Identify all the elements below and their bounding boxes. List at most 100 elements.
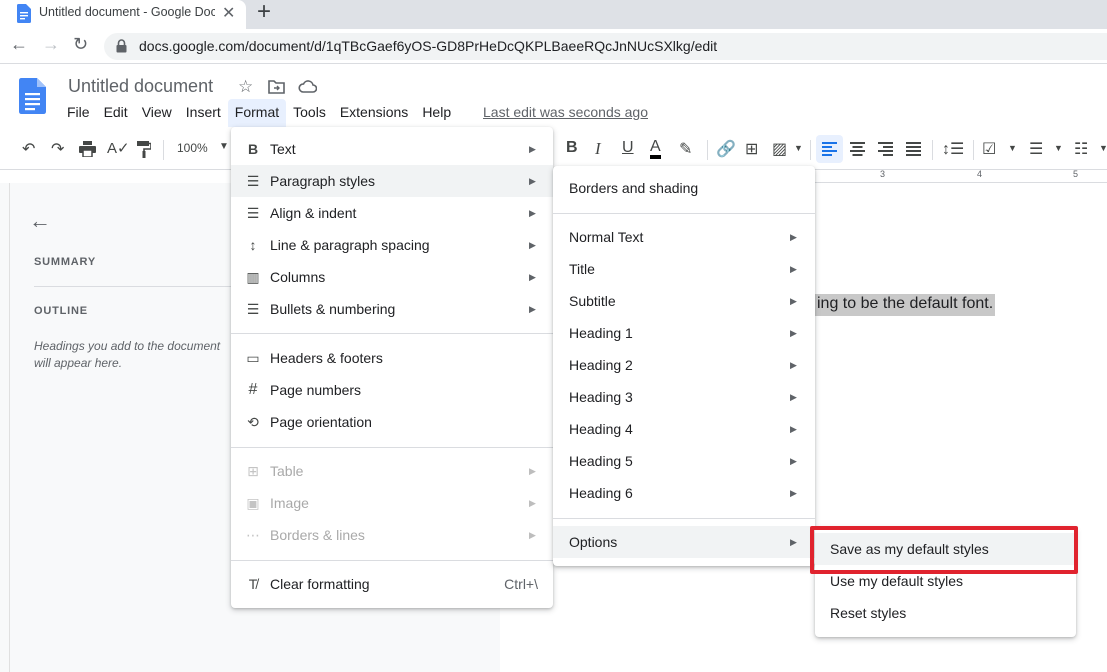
bullet-dropdown-icon[interactable]: ▼ [1054,143,1063,153]
back-icon[interactable]: ← [10,34,28,55]
format-image-item[interactable]: ▣ Image ▶ [231,487,553,519]
add-comment-icon[interactable]: ⊞ [745,139,758,159]
address-bar: ← → ↻ docs.google.com/document/d/1qTBcGa… [0,29,1107,64]
title-style-item[interactable]: Title ▶ [553,253,815,285]
menu-divider [553,213,815,214]
format-align-indent-item[interactable]: ☰ Align & indent ▶ [231,197,553,229]
submenu-arrow-icon: ▶ [790,487,797,498]
underline-button[interactable]: U [622,139,634,157]
borders-shading-item[interactable]: Borders and shading [553,172,815,204]
star-icon[interactable]: ☆ [238,77,253,97]
move-folder-icon[interactable] [268,79,285,94]
hash-icon: # [248,381,258,398]
docs-favicon-icon [17,4,31,23]
submenu-arrow-icon: ▶ [790,295,797,306]
text-color-button[interactable]: A [650,139,661,159]
line-spacing-icon[interactable]: ↕☰ [942,139,964,159]
bold-button[interactable]: B [566,139,578,157]
browser-tab[interactable]: Untitled document - Google Doc ✕ [0,0,246,29]
insert-image-icon[interactable]: ▨ [772,139,787,159]
format-page-numbers-item[interactable]: # Page numbers [231,374,553,406]
menu-tools[interactable]: Tools [286,99,333,127]
menu-file[interactable]: File [60,99,97,127]
checklist-dropdown-icon[interactable]: ▼ [1008,143,1017,153]
page-orientation-icon: ⟲ [247,413,259,430]
format-table-item[interactable]: ⊞ Table ▶ [231,455,553,487]
spellcheck-icon[interactable]: A✓ [107,139,130,157]
heading-6-item[interactable]: Heading 6 ▶ [553,477,815,509]
format-headers-footers-item[interactable]: ▭ Headers & footers [231,342,553,374]
insert-link-icon[interactable]: 🔗 [716,139,736,159]
menu-extensions[interactable]: Extensions [333,99,415,127]
redo-icon[interactable]: ↷ [51,139,64,159]
format-text-item[interactable]: B Text ▶ [231,133,553,165]
format-bullets-item[interactable]: ☰ Bullets & numbering ▶ [231,293,553,325]
close-tab-icon[interactable]: ✕ [222,3,235,23]
options-item[interactable]: Options ▶ [553,526,815,558]
normal-text-item[interactable]: Normal Text ▶ [553,221,815,253]
new-tab-icon[interactable]: + [257,0,271,26]
url-field[interactable]: docs.google.com/document/d/1qTBcGaef6yOS… [104,33,1107,60]
menu-item-label: Page numbers [270,382,362,398]
checklist-icon[interactable]: ☑ [982,139,996,159]
heading-4-item[interactable]: Heading 4 ▶ [553,413,815,445]
reset-styles-item[interactable]: Reset styles [815,597,1076,629]
menu-format[interactable]: Format [227,99,287,127]
menu-item-label: Page orientation [270,414,372,430]
menu-view[interactable]: View [135,99,179,127]
toolbar-divider [973,140,974,160]
format-columns-item[interactable]: ▥ Columns ▶ [231,261,553,293]
close-outline-arrow-icon[interactable]: ← [29,208,51,234]
menu-item-label: Table [270,463,304,479]
cloud-status-icon[interactable] [298,80,317,93]
justify-icon[interactable] [906,142,921,156]
menu-insert[interactable]: Insert [179,99,228,127]
highlight-pen-icon[interactable]: ✎ [679,139,692,159]
numbered-list-icon[interactable]: ☷ [1074,139,1088,159]
ruler-mark: 3 [880,169,886,179]
print-icon[interactable] [79,141,96,157]
submenu-arrow-icon: ▶ [790,391,797,402]
zoom-select[interactable]: 100% [177,141,208,155]
undo-icon[interactable]: ↶ [22,139,35,159]
zoom-dropdown-icon[interactable]: ▼ [219,141,229,152]
heading-2-item[interactable]: Heading 2 ▶ [553,349,815,381]
headers-footers-icon: ▭ [246,349,260,366]
menu-help[interactable]: Help [415,99,458,127]
submenu-arrow-icon: ▶ [529,143,536,154]
format-line-spacing-item[interactable]: ↕ Line & paragraph spacing ▶ [231,229,553,261]
bulleted-list-icon[interactable]: ☰ [1029,139,1043,159]
align-left-button[interactable] [816,135,843,163]
shortcut-label: Ctrl+\ [504,576,538,592]
bold-b-icon: B [247,141,259,157]
align-left-icon [822,142,837,156]
format-clear-formatting-item[interactable]: T̸ Clear formatting Ctrl+\ [231,568,553,600]
menu-item-label: Heading 4 [569,421,633,437]
align-center-icon[interactable] [850,142,865,156]
menu-item-label: Heading 2 [569,357,633,373]
format-paragraph-styles-item[interactable]: ☰ Paragraph styles ▶ [231,165,553,197]
image-dropdown-icon[interactable]: ▼ [794,143,803,153]
heading-5-item[interactable]: Heading 5 ▶ [553,445,815,477]
last-edit-link[interactable]: Last edit was seconds ago [483,104,648,120]
submenu-arrow-icon: ▶ [790,455,797,466]
submenu-arrow-icon: ▶ [529,239,536,250]
document-title[interactable]: Untitled document [68,76,213,97]
format-page-orientation-item[interactable]: ⟲ Page orientation [231,406,553,438]
submenu-arrow-icon: ▶ [790,536,797,547]
format-borders-lines-item[interactable]: ⋯ Borders & lines ▶ [231,519,553,551]
menu-edit[interactable]: Edit [97,99,135,127]
document-body-text[interactable]: ing to be the default font. [815,294,996,316]
subtitle-style-item[interactable]: Subtitle ▶ [553,285,815,317]
align-right-icon[interactable] [878,142,893,156]
docs-logo-icon[interactable] [19,78,46,114]
reload-icon[interactable]: ↻ [73,34,88,55]
vertical-ruler[interactable] [0,183,10,672]
italic-button[interactable]: I [595,139,601,159]
heading-3-item[interactable]: Heading 3 ▶ [553,381,815,413]
heading-1-item[interactable]: Heading 1 ▶ [553,317,815,349]
forward-icon[interactable]: → [42,34,60,55]
menu-item-label: Line & paragraph spacing [270,237,430,253]
numbered-dropdown-icon[interactable]: ▼ [1099,143,1107,153]
paint-format-icon[interactable] [137,141,151,158]
